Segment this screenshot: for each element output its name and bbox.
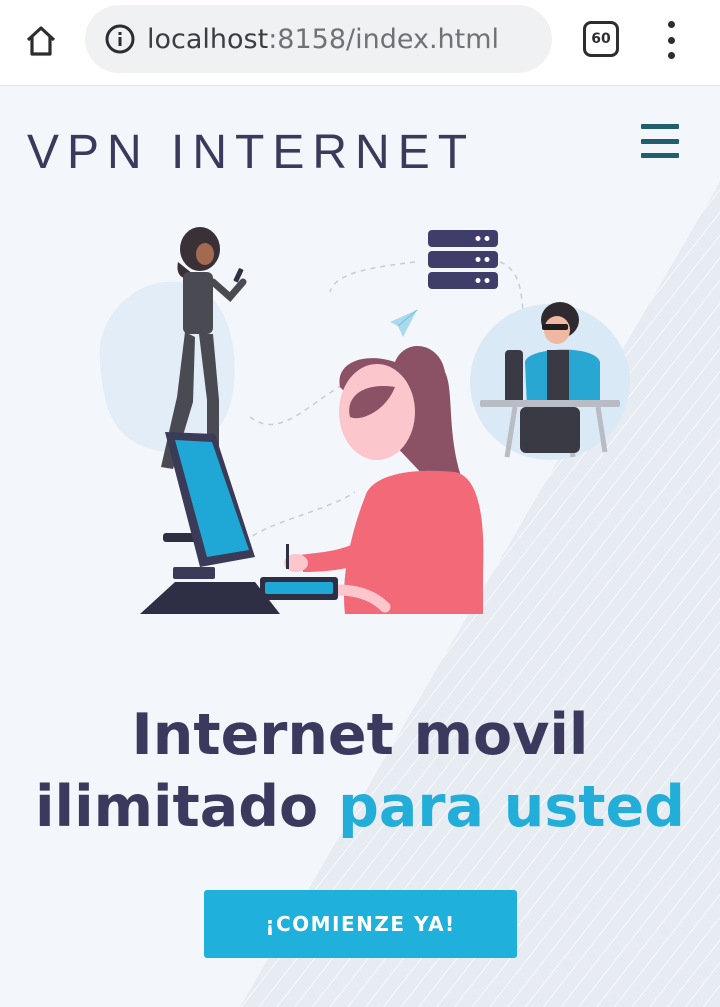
home-icon — [26, 26, 56, 56]
headline-line1: Internet movil — [131, 702, 589, 768]
headline-line2-accent: para usted — [338, 774, 685, 840]
tabs-count-icon[interactable]: 60 — [583, 21, 619, 57]
headline-line2-plain: ilimitado — [35, 774, 339, 840]
server-icon — [428, 230, 498, 289]
url-text: localhost:8158/index.html — [147, 24, 499, 55]
more-vert-icon[interactable] — [656, 18, 686, 62]
hero-illustration — [99, 227, 630, 614]
browser-toolbar: localhost:8158/index.html 60 — [0, 0, 720, 86]
start-now-button[interactable]: ¡COMIENZE YA! — [204, 890, 517, 958]
url-host: localhost — [147, 23, 269, 55]
info-icon[interactable] — [103, 22, 137, 56]
hamburger-menu-icon[interactable] — [641, 124, 681, 158]
web-page: VPN INTERNET Internet movil ilimitado pa… — [0, 87, 720, 1007]
brand-logo[interactable]: VPN INTERNET — [27, 125, 475, 180]
paper-plane-icon — [390, 309, 418, 337]
hero-headline: Internet movil ilimitado para usted — [0, 699, 720, 843]
address-bar[interactable]: localhost:8158/index.html — [85, 5, 552, 73]
home-button[interactable] — [18, 18, 64, 64]
url-path: :8158/index.html — [268, 23, 500, 55]
tab-count: 60 — [591, 31, 611, 47]
